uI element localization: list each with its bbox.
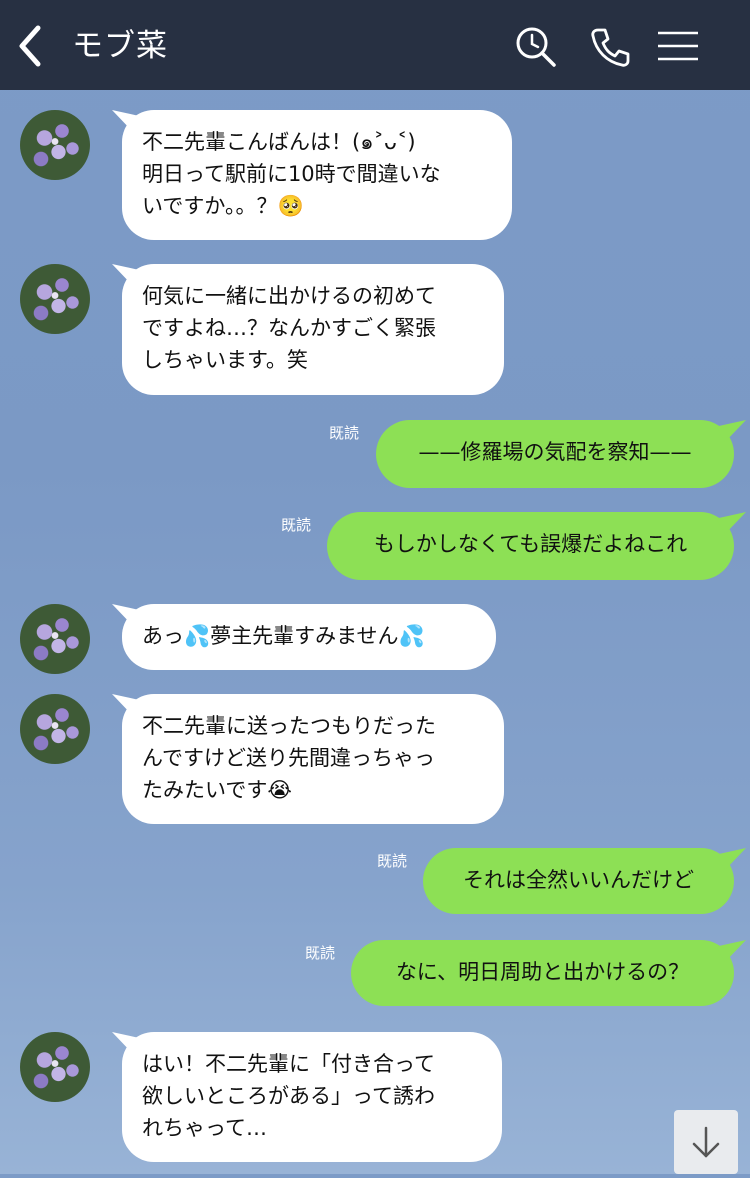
back-button[interactable] <box>12 22 52 70</box>
message-bubble-outgoing[interactable]: なに、明日周助と出かけるの？ <box>351 940 734 1006</box>
message-bubble-outgoing[interactable]: それは全然いいんだけど <box>423 848 734 914</box>
menu-icon <box>658 31 698 61</box>
read-receipt: 既読 <box>377 852 408 870</box>
avatar[interactable] <box>20 1032 90 1102</box>
message-bubble-incoming[interactable]: はい！不二先輩に「付き合って 欲しいところがある」って誘わ れちゃって… <box>122 1032 502 1162</box>
avatar[interactable] <box>20 110 90 180</box>
search-button[interactable] <box>514 25 558 69</box>
avatar[interactable] <box>20 694 90 764</box>
read-receipt: 既読 <box>329 424 360 442</box>
scroll-to-bottom-button[interactable] <box>674 1110 738 1174</box>
message-bubble-outgoing[interactable]: もしかしなくても誤爆だよねこれ <box>327 512 734 580</box>
read-receipt: 既読 <box>305 944 336 962</box>
chevron-left-icon <box>19 25 41 67</box>
message-bubble-incoming[interactable]: 何気に一緒に出かけるの初めて ですよね…？なんかすごく緊張 しちゃいます。笑 <box>122 264 504 395</box>
search-icon <box>516 27 556 67</box>
message-bubble-incoming[interactable]: 不二先輩に送ったつもりだった んですけど送り先間違っちゃっ たみたいです😭 <box>122 694 504 824</box>
message-bubble-incoming[interactable]: 不二先輩こんばんは！(๑˃ᴗ˂) 明日って駅前に10時で間違いな いですか。。？… <box>122 110 512 240</box>
chat-header: モブ菜 <box>0 0 750 90</box>
arrow-down-icon <box>692 1126 720 1158</box>
chat-area[interactable]: 不二先輩こんばんは！(๑˃ᴗ˂) 明日って駅前に10時で間違いな いですか。。？… <box>0 90 750 1174</box>
avatar[interactable] <box>20 264 90 334</box>
menu-button[interactable] <box>656 25 702 69</box>
call-button[interactable] <box>588 25 632 69</box>
read-receipt: 既読 <box>281 516 312 534</box>
chat-title: モブ菜 <box>72 28 168 64</box>
message-bubble-incoming[interactable]: あっ💦夢主先輩すみません💦 <box>122 604 496 670</box>
avatar[interactable] <box>20 604 90 674</box>
phone-icon <box>591 28 630 67</box>
message-bubble-outgoing[interactable]: ——修羅場の気配を察知—— <box>376 420 734 488</box>
